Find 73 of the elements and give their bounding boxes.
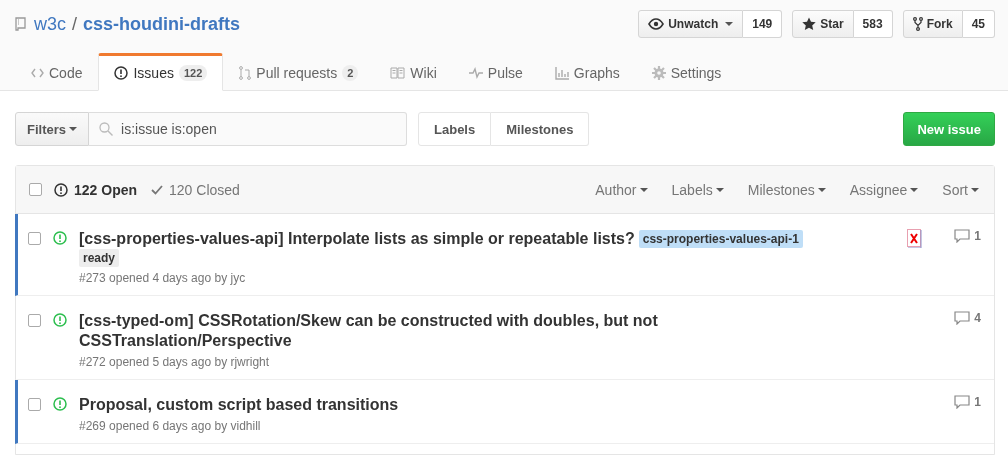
issue-title-link[interactable]: Proposal, custom script based transitions — [79, 395, 399, 415]
caret-icon — [69, 127, 77, 131]
repo-tab[interactable]: Settings — [635, 53, 738, 91]
issue-meta: #272 opened 5 days ago by rjwright — [79, 355, 271, 369]
open-issue-icon — [53, 313, 67, 327]
issue-icon — [114, 66, 129, 80]
caret-icon — [715, 187, 724, 192]
issue-title-link[interactable]: [css-typed-om] CSSRotation/Skew can be constructed with doubles, but not CSSTranslation/Perspective — [79, 311, 844, 351]
star-button[interactable]: Star — [792, 10, 854, 38]
repo-tab[interactable]: Issues 122 — [98, 53, 224, 91]
tab-counter: 122 — [178, 65, 208, 81]
issue-row[interactable]: [css-properties-values-api] Interpolate lists as simple or repeatable lists? css-properties-values-api-1 ready #273 opened 4 days ago by jyc 1 — [15, 214, 994, 296]
issue-icon — [54, 182, 68, 197]
closed-issues-link[interactable]: 120 Closed — [151, 181, 240, 198]
star-icon — [802, 17, 817, 31]
watch-button[interactable]: Unwatch — [638, 10, 744, 38]
pull-request-icon — [239, 66, 252, 80]
comment-count-link[interactable]: 4 — [954, 311, 981, 325]
repo-tab[interactable]: Pull requests 2 — [223, 53, 375, 91]
repository-icon — [15, 16, 26, 32]
filter-dropdown[interactable]: Milestones — [736, 181, 837, 198]
filter-dropdown[interactable]: Labels — [660, 181, 735, 198]
filter-dropdown[interactable]: Assignee — [838, 181, 930, 198]
pulse-icon — [468, 67, 483, 79]
comment-count-link[interactable]: 1 — [954, 395, 981, 409]
filter-dropdown[interactable]: Sort — [931, 181, 981, 198]
fork-icon — [912, 17, 923, 31]
comment-icon — [954, 311, 971, 325]
eye-icon — [648, 18, 665, 30]
repo-tab[interactable]: Pulse — [452, 53, 539, 91]
settings-icon — [651, 66, 666, 80]
open-issue-icon — [53, 397, 67, 411]
issue-checkbox[interactable] — [28, 232, 41, 245]
issue-title-link[interactable]: [css-properties-values-api] Interpolate lists as simple or repeatable lists? — [79, 229, 635, 249]
bar-graph-icon — [554, 66, 569, 80]
issue-meta: #269 opened 6 days ago by vidhill — [79, 419, 262, 433]
search-field[interactable]: is:issue is:open — [89, 112, 407, 146]
comment-count-link[interactable]: 1 — [954, 229, 981, 243]
filter-dropdown[interactable]: Author — [584, 181, 659, 198]
comment-icon — [954, 395, 971, 409]
comment-icon — [954, 229, 971, 243]
issue-label[interactable]: ready — [79, 249, 120, 267]
repository-link[interactable]: css-houdini-drafts — [83, 13, 241, 35]
open-issues-link[interactable]: 122 Open — [54, 181, 138, 198]
star-count[interactable]: 583 — [853, 10, 893, 38]
repo-tab[interactable]: Wiki — [374, 53, 453, 91]
filters-button[interactable]: Filters — [15, 112, 89, 146]
path-separator: / — [72, 13, 78, 35]
search-icon — [99, 122, 113, 136]
issue-row[interactable]: Proposal, custom script based transitions #269 opened 6 days ago by vidhill 1 — [15, 380, 994, 444]
repo-tab[interactable]: Code — [15, 53, 99, 91]
nav-link-button[interactable]: Labels — [418, 112, 492, 146]
open-issue-icon — [53, 231, 67, 245]
issue-meta: #273 opened 4 days ago by jyc — [79, 271, 247, 285]
caret-icon — [817, 187, 826, 192]
fork-count[interactable]: 45 — [962, 10, 995, 38]
issue-label[interactable]: css-properties-values-api-1 — [638, 230, 803, 248]
repo-tab[interactable]: Graphs — [538, 53, 636, 91]
nav-link-button[interactable]: Milestones — [491, 112, 590, 146]
tab-counter: 2 — [342, 65, 359, 81]
owner-link[interactable]: w3c — [34, 13, 66, 35]
issue-checkbox[interactable] — [28, 398, 41, 411]
watch-count[interactable]: 149 — [743, 10, 783, 38]
check-icon — [151, 184, 164, 195]
issue-row[interactable]: [css-typed-om] CSSRotation/Skew can be constructed with doubles, but not CSSTranslation/Perspective #272 opened 5 days ago by rjwright 4 — [15, 296, 994, 380]
caret-icon — [971, 187, 979, 192]
select-all-checkbox[interactable] — [29, 183, 42, 196]
code-icon — [31, 68, 44, 78]
caret-icon — [639, 187, 648, 192]
book-icon — [390, 67, 406, 79]
fork-button[interactable]: Fork — [902, 10, 963, 38]
issue-checkbox[interactable] — [28, 314, 41, 327]
caret-icon — [910, 187, 919, 192]
